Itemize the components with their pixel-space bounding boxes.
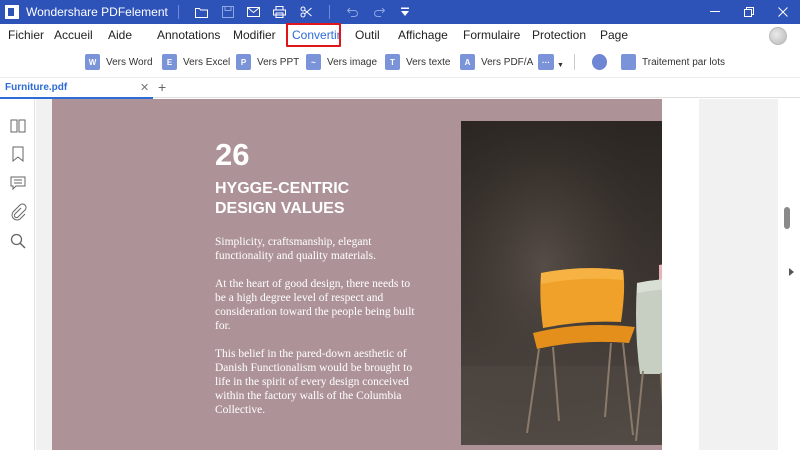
gear-icon (592, 54, 607, 70)
paragraph-1: Simplicity, craftsmanship, elegant funct… (215, 236, 376, 262)
maximize-icon[interactable] (732, 0, 766, 24)
document-view[interactable]: 26 HYGGE-CENTRIC DESIGN VALUES Simplicit… (36, 99, 778, 450)
paragraph-3: This belief in the pared-down aesthetic … (215, 348, 413, 416)
vers-ppt-label: Vers PPT (257, 56, 300, 68)
text-file-icon: T (385, 54, 400, 70)
save-icon[interactable] (215, 0, 241, 24)
menu-bar: Fichier Accueil Aide Annotations Modifie… (0, 24, 800, 46)
bookmark-icon[interactable] (9, 145, 27, 163)
convertir-highlight-box (286, 23, 341, 47)
vers-excel-label: Vers Excel (183, 56, 231, 68)
convert-toolbar: W Vers Word E Vers Excel P Vers PPT ~ Ve… (0, 47, 800, 77)
pdf-page: 26 HYGGE-CENTRIC DESIGN VALUES Simplicit… (52, 99, 662, 450)
search-icon[interactable] (9, 232, 27, 250)
more-formats-chevron-down-icon: ▼ (557, 61, 564, 69)
doc-tab-label: Furniture.pdf (5, 82, 68, 93)
menu-page[interactable]: Page (600, 28, 628, 42)
redo-icon[interactable] (366, 0, 392, 24)
vers-excel-button[interactable]: E Vers Excel (162, 53, 230, 71)
paragraph-2: At the heart of good design, there needs… (215, 278, 415, 332)
chair-illustration (461, 121, 662, 445)
folder-icon[interactable] (189, 0, 215, 24)
titlebar-separator-2 (328, 5, 330, 19)
vers-word-label: Vers Word (106, 56, 153, 68)
excel-file-icon: E (162, 54, 177, 70)
pdfelement-logo-icon (5, 5, 19, 19)
comment-icon[interactable] (9, 174, 27, 192)
close-icon[interactable] (766, 0, 800, 24)
thumbnails-icon[interactable] (9, 117, 27, 135)
toolbar-separator (574, 54, 575, 70)
attachment-icon[interactable] (9, 203, 27, 221)
batch-label: Traitement par lots (642, 56, 725, 68)
image-file-icon: ~ (306, 54, 321, 70)
menu-affichage[interactable]: Affichage (398, 28, 448, 42)
heading-line-2: DESIGN VALUES (215, 200, 345, 217)
minimize-icon[interactable] (698, 0, 732, 24)
vers-ppt-button[interactable]: P Vers PPT (236, 53, 299, 71)
menu-accueil[interactable]: Accueil (54, 28, 93, 42)
add-tab-icon[interactable]: + (158, 79, 166, 95)
pdfa-file-icon: A (460, 54, 475, 70)
menu-annotations[interactable]: Annotations (157, 28, 220, 42)
menu-outil[interactable]: Outil (355, 28, 380, 42)
vers-texte-label: Vers texte (406, 56, 451, 68)
vers-pdfa-label: Vers PDF/A (481, 56, 534, 68)
title-bar: Wondershare PDFelement (0, 0, 800, 24)
page-heading: HYGGE-CENTRIC DESIGN VALUES (215, 179, 415, 219)
menu-fichier[interactable]: Fichier (8, 28, 44, 42)
page-number-heading: 26 (215, 137, 250, 172)
vers-image-label: Vers image (327, 56, 378, 68)
app-title: Wondershare PDFelement (26, 5, 168, 19)
titlebar-separator (177, 5, 179, 19)
mail-icon[interactable] (241, 0, 267, 24)
tab-close-icon[interactable]: ✕ (140, 81, 149, 94)
more-formats-icon: ··· (538, 54, 554, 70)
menu-formulaire[interactable]: Formulaire (463, 28, 520, 42)
scrollbar-thumb[interactable] (784, 207, 790, 229)
right-panel-expand-icon[interactable] (789, 268, 794, 276)
tab-furniture-pdf[interactable]: Furniture.pdf ✕ (0, 78, 153, 99)
word-file-icon: W (85, 54, 100, 70)
undo-icon[interactable] (340, 0, 366, 24)
dropdown-icon[interactable] (392, 0, 418, 24)
scissors-icon[interactable] (293, 0, 319, 24)
batch-process-button[interactable]: Traitement par lots (621, 53, 725, 71)
page-margin (662, 99, 699, 450)
document-tab-bar: Furniture.pdf ✕ + (0, 77, 800, 99)
menu-protection[interactable]: Protection (532, 28, 586, 42)
menu-aide[interactable]: Aide (108, 28, 132, 42)
vers-image-button[interactable]: ~ Vers image (306, 53, 377, 71)
avatar[interactable] (769, 27, 787, 45)
vers-word-button[interactable]: W Vers Word (85, 53, 153, 71)
window-controls (698, 0, 800, 24)
chair-photo (461, 121, 662, 445)
ppt-file-icon: P (236, 54, 251, 70)
settings-button[interactable] (592, 53, 613, 71)
heading-line-1: HYGGE-CENTRIC (215, 180, 350, 197)
batch-icon (621, 54, 636, 70)
left-sidebar (0, 99, 35, 450)
menu-modifier[interactable]: Modifier (233, 28, 276, 42)
vers-pdfa-button[interactable]: A Vers PDF/A (460, 53, 533, 71)
vers-texte-button[interactable]: T Vers texte (385, 53, 450, 71)
print-icon[interactable] (267, 0, 293, 24)
more-formats-button[interactable]: ··· ▼ (538, 53, 564, 71)
